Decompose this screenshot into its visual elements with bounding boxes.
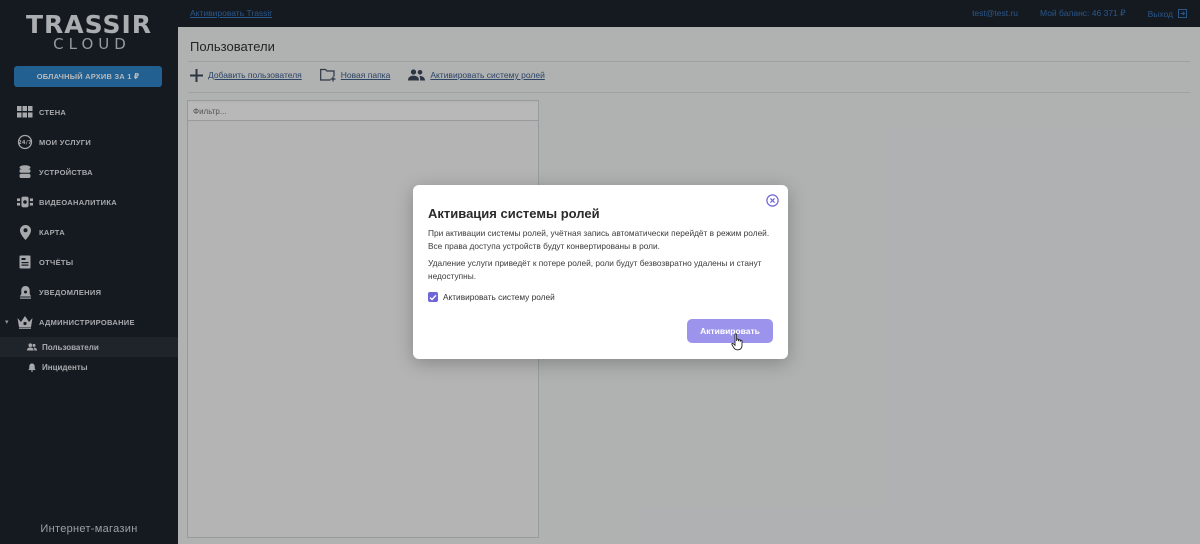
activate-roles-checkbox-row[interactable]: Активировать систему ролей (428, 292, 555, 302)
close-icon[interactable] (766, 194, 779, 207)
dialog-warning: Удаление услуги приведёт к потере ролей,… (428, 258, 762, 281)
hand-cursor-icon (731, 333, 745, 351)
dialog-description: При активации системы ролей, учётная зап… (428, 228, 770, 251)
dialog-title: Активация системы ролей (428, 206, 600, 221)
activate-roles-checkbox[interactable] (428, 292, 438, 302)
activate-button[interactable]: Активировать (687, 319, 773, 343)
activate-roles-dialog: Активация системы ролей При активации си… (413, 185, 788, 359)
checkbox-label: Активировать систему ролей (443, 292, 555, 302)
